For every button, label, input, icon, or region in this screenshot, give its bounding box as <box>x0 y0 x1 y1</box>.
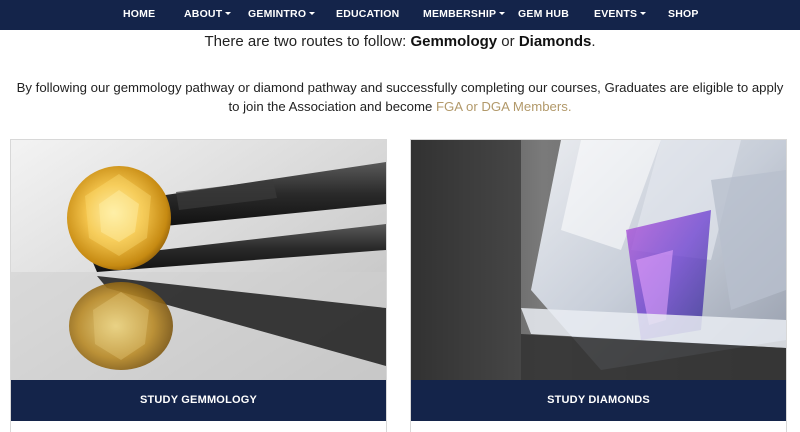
nav-education-label: EDUCATION <box>336 8 400 20</box>
nav-events-label: EVENTS <box>594 8 638 20</box>
caret-down-icon <box>640 12 647 15</box>
routes-heading-prefix: There are two routes to follow: <box>204 33 411 50</box>
gemstone-tweezers-image <box>11 140 386 380</box>
caret-down-icon <box>499 12 506 15</box>
nav-gem-hub-label: GEM HUB <box>518 8 569 20</box>
nav-gemintro[interactable]: GEMINTRO <box>248 0 316 30</box>
nav-shop[interactable]: SHOP <box>668 0 699 30</box>
caret-down-icon <box>225 12 232 15</box>
nav-gem-hub[interactable]: GEM HUB <box>518 0 569 30</box>
fga-dga-members-link[interactable]: FGA or DGA Members. <box>436 99 572 114</box>
diamonds-card[interactable]: STUDY DIAMONDS <box>410 139 787 432</box>
nav-about[interactable]: ABOUT <box>184 0 232 30</box>
nav-about-label: ABOUT <box>184 8 223 20</box>
gemmology-card[interactable]: STUDY GEMMOLOGY <box>10 139 387 432</box>
study-gemmology-button[interactable]: STUDY GEMMOLOGY <box>11 380 386 421</box>
routes-or: or <box>497 33 519 50</box>
nav-gemintro-label: GEMINTRO <box>248 8 307 20</box>
main-nav: HOME ABOUT GEMINTRO EDUCATION MEMBERSHIP… <box>0 0 800 30</box>
nav-events[interactable]: EVENTS <box>594 0 647 30</box>
routes-gemmology: Gemmology <box>410 33 498 50</box>
caret-down-icon <box>309 12 316 15</box>
pathway-text: By following our gemmology pathway or di… <box>16 80 784 114</box>
pathway-paragraph: By following our gemmology pathway or di… <box>14 79 786 116</box>
routes-suffix: . <box>591 33 596 50</box>
routes-diamonds: Diamonds <box>518 33 592 50</box>
routes-heading: There are two routes to follow: Gemmolog… <box>0 33 800 50</box>
nav-home-label: HOME <box>123 8 156 20</box>
nav-home[interactable]: HOME <box>123 0 155 30</box>
nav-shop-label: SHOP <box>668 8 699 20</box>
nav-membership[interactable]: MEMBERSHIP <box>423 0 506 30</box>
nav-membership-label: MEMBERSHIP <box>423 8 497 20</box>
diamond-closeup-image <box>411 140 786 380</box>
study-diamonds-button[interactable]: STUDY DIAMONDS <box>411 380 786 421</box>
nav-education[interactable]: EDUCATION <box>336 0 399 30</box>
